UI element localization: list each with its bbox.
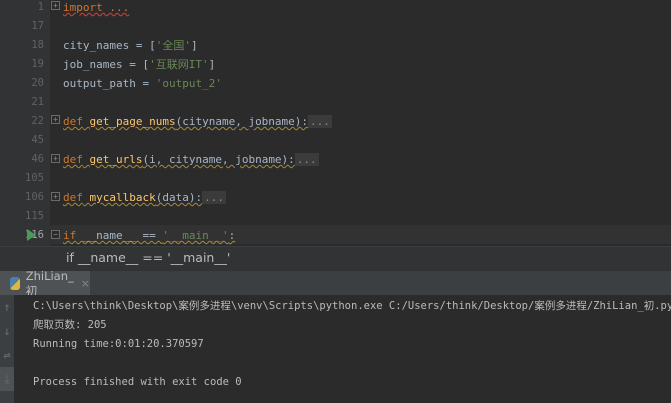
code-text: ] [208, 58, 216, 71]
code-editor[interactable]: 1 17 18 19 20 21 22 45 46 105 106 115 11… [0, 0, 671, 246]
line-number: 21 [31, 96, 44, 108]
line-number: 1 [37, 1, 44, 13]
string-literal: 'output_2' [155, 77, 222, 90]
console-line: 爬取页数: 205 [33, 319, 107, 331]
line-number: 45 [31, 134, 44, 146]
string-literal: '全国' [155, 39, 191, 52]
keyword: if [63, 229, 77, 242]
fold-expand-icon[interactable]: + [51, 192, 60, 201]
run-tab-label: ZhiLian_初 [25, 268, 74, 298]
fold-collapse-icon[interactable]: − [51, 230, 60, 239]
function-args: (data): [155, 191, 203, 204]
console-output[interactable]: C:\Users\think\Desktop\案例多进程\venv\Script… [14, 295, 671, 403]
line-number: 115 [25, 210, 44, 222]
collapsed-region[interactable]: ... [308, 115, 332, 128]
function-name: mycallback [89, 191, 156, 204]
fold-expand-icon[interactable]: + [51, 154, 60, 163]
code-line-output-path: output_path = 'output_2' [63, 74, 222, 93]
line-number: 22 [31, 115, 44, 127]
breadcrumb[interactable]: if __name__ == '__main__' [0, 246, 671, 270]
code-line-def-mycallback: def mycallback(data):... [63, 188, 226, 207]
function-args: (i, cityname, jobname): [142, 153, 295, 166]
code-line-city-names: city_names = ['全国'] [63, 36, 198, 55]
function-name: get_page_nums [89, 115, 176, 128]
console-toolbar: ↑ ↓ ⇌ ⤓ [0, 295, 14, 403]
code-text: city_names = [ [63, 39, 156, 52]
code-text: : [228, 229, 236, 242]
arrow-up-icon[interactable]: ↑ [0, 295, 14, 319]
line-number: 46 [31, 153, 44, 165]
line-number-gutter: 1 17 18 19 20 21 22 45 46 105 106 115 11… [0, 0, 50, 246]
code-line-import: import ... [63, 0, 129, 17]
collapsed-region[interactable]: ... [202, 191, 226, 204]
line-number: 116 [25, 229, 44, 241]
line-number: 20 [31, 77, 44, 89]
code-line-def-get-urls: def get_urls(i, cityname, jobname):... [63, 150, 319, 169]
console-line: C:\Users\think\Desktop\案例多进程\venv\Script… [33, 300, 671, 312]
code-text: job_names = [ [63, 58, 150, 71]
string-literal: '__main__' [162, 229, 229, 242]
code-text: ] [190, 39, 198, 52]
python-icon [10, 277, 20, 290]
import-statement: import ... [63, 1, 130, 14]
fold-expand-icon[interactable]: + [51, 115, 60, 124]
collapsed-region[interactable]: ... [294, 153, 319, 166]
line-number: 106 [25, 191, 44, 203]
console-line: Running time:0:01:20.370597 [33, 338, 204, 350]
function-name: get_urls [89, 153, 143, 166]
scroll-to-end-icon[interactable]: ⤓ [0, 367, 14, 391]
string-literal: '互联网IT' [149, 58, 209, 71]
code-line-def-get-page-nums: def get_page_nums(cityname, jobname):... [63, 112, 332, 131]
code-line-main-guard: if __name__ == '__main__': [63, 226, 235, 245]
breadcrumb-item[interactable]: if __name__ == '__main__' [66, 250, 230, 265]
line-number: 105 [25, 172, 44, 184]
keyword: def [63, 153, 83, 166]
fold-expand-icon[interactable]: + [51, 1, 60, 10]
line-number: 19 [31, 58, 44, 70]
code-line-job-names: job_names = ['互联网IT'] [63, 55, 215, 74]
soft-wrap-icon[interactable]: ⇌ [0, 343, 14, 367]
function-args: (cityname, jobname): [175, 115, 309, 128]
run-icon[interactable] [27, 229, 36, 241]
line-number: 18 [31, 39, 44, 51]
console-line: Process finished with exit code 0 [33, 376, 242, 388]
run-tool-window-tabs: ZhiLian_初 × [0, 268, 671, 298]
keyword: def [63, 191, 83, 204]
code-text: output_path = [63, 77, 156, 90]
line-number: 17 [31, 20, 44, 32]
run-tab[interactable]: ZhiLian_初 × [0, 268, 90, 298]
keyword: def [63, 115, 83, 128]
arrow-down-icon[interactable]: ↓ [0, 319, 14, 343]
close-icon[interactable]: × [81, 277, 90, 290]
code-text: __name__ == [76, 229, 163, 242]
